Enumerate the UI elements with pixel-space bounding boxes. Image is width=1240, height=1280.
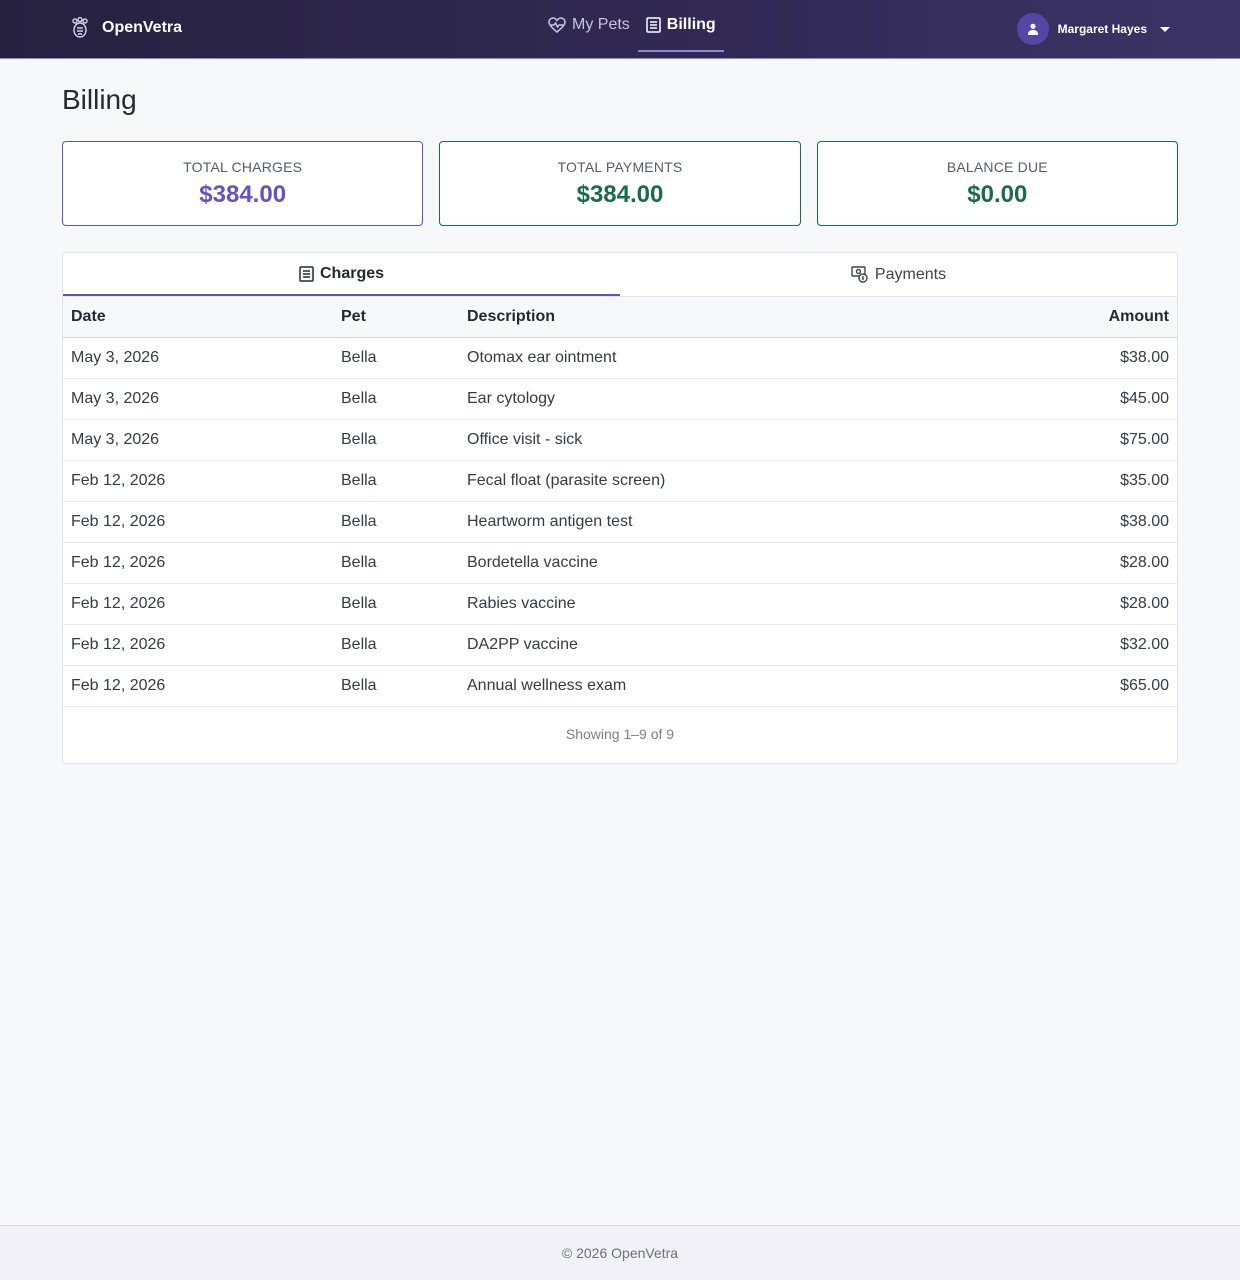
summary-cards: TOTAL CHARGES $384.00 TOTAL PAYMENTS $38… bbox=[62, 141, 1178, 226]
balance-due-card: BALANCE DUE $0.00 bbox=[816, 141, 1178, 226]
cell-date: May 3, 2026 bbox=[63, 337, 333, 379]
cell-pet: Bella bbox=[333, 665, 459, 707]
header-date[interactable]: Date bbox=[63, 297, 333, 338]
table-row: May 3, 2026 Bella Office visit - sick $7… bbox=[63, 419, 1177, 461]
top-navbar: OpenVetra My Pets Billing Margaret Hayes bbox=[0, 0, 1240, 59]
receipt-icon bbox=[646, 17, 661, 33]
total-payments-card: TOTAL PAYMENTS $384.00 bbox=[439, 141, 801, 226]
table-row: Feb 12, 2026 Bella Rabies vaccine $28.00 bbox=[63, 583, 1177, 625]
table-row: May 3, 2026 Bella Otomax ear ointment $3… bbox=[63, 337, 1177, 379]
paw-logo-icon bbox=[72, 17, 88, 38]
nav-my-pets-label: My Pets bbox=[572, 16, 630, 33]
cell-pet: Bella bbox=[333, 419, 459, 461]
cell-description: Annual wellness exam bbox=[459, 665, 989, 707]
cell-date: Feb 12, 2026 bbox=[63, 583, 333, 625]
cell-date: Feb 12, 2026 bbox=[63, 665, 333, 707]
billing-panel: Charges Payments Date Pet Description Am… bbox=[62, 252, 1178, 764]
tab-payments-label: Payments bbox=[874, 265, 947, 283]
cell-description: Office visit - sick bbox=[459, 419, 989, 461]
user-menu[interactable]: Margaret Hayes bbox=[1016, 13, 1170, 45]
balance-due-value: $0.00 bbox=[967, 180, 1028, 208]
cell-amount: $38.00 bbox=[988, 501, 1177, 543]
total-charges-card: TOTAL CHARGES $384.00 bbox=[62, 141, 424, 226]
total-payments-value: $384.00 bbox=[576, 180, 664, 208]
header-amount[interactable]: Amount bbox=[988, 297, 1177, 338]
cell-description: Otomax ear ointment bbox=[459, 337, 989, 379]
cell-date: Feb 12, 2026 bbox=[63, 542, 333, 584]
cell-description: Rabies vaccine bbox=[459, 583, 989, 625]
table-row: Feb 12, 2026 Bella Annual wellness exam … bbox=[63, 665, 1177, 707]
chevron-down-icon bbox=[1160, 26, 1170, 32]
total-payments-label: TOTAL PAYMENTS bbox=[557, 158, 683, 175]
cell-date: May 3, 2026 bbox=[63, 419, 333, 461]
cell-pet: Bella bbox=[333, 337, 459, 379]
table-row: May 3, 2026 Bella Ear cytology $45.00 bbox=[63, 378, 1177, 420]
total-charges-label: TOTAL CHARGES bbox=[183, 158, 303, 175]
cell-description: Fecal float (parasite screen) bbox=[459, 460, 989, 502]
page-title: Billing bbox=[62, 84, 137, 115]
avatar bbox=[1016, 13, 1049, 45]
table-header-row: Date Pet Description Amount bbox=[63, 297, 1177, 338]
cell-description: Bordetella vaccine bbox=[459, 542, 989, 584]
cell-pet: Bella bbox=[333, 583, 459, 625]
pagination-summary: Showing 1–9 of 9 bbox=[565, 726, 675, 742]
footer: © 2026 OpenVetra bbox=[0, 1225, 1240, 1280]
user-name: Margaret Hayes bbox=[1057, 22, 1147, 36]
cell-amount: $38.00 bbox=[988, 337, 1177, 379]
header-pet[interactable]: Pet bbox=[333, 297, 459, 338]
cell-pet: Bella bbox=[333, 542, 459, 584]
cell-amount: $32.00 bbox=[988, 624, 1177, 666]
tab-charges-label: Charges bbox=[319, 264, 385, 282]
total-charges-value: $384.00 bbox=[199, 180, 287, 208]
table-row: Feb 12, 2026 Bella Heartworm antigen tes… bbox=[63, 501, 1177, 543]
table-row: Feb 12, 2026 Bella Bordetella vaccine $2… bbox=[63, 542, 1177, 584]
billing-tabs: Charges Payments bbox=[63, 253, 1177, 297]
cell-amount: $75.00 bbox=[988, 419, 1177, 461]
receipt-icon bbox=[299, 265, 314, 282]
header-description[interactable]: Description bbox=[459, 297, 989, 338]
nav-billing-label: Billing bbox=[666, 16, 716, 33]
nav-billing[interactable]: Billing bbox=[637, 0, 724, 52]
cell-pet: Bella bbox=[333, 378, 459, 420]
cell-pet: Bella bbox=[333, 501, 459, 543]
table-row: Feb 12, 2026 Bella DA2PP vaccine $32.00 bbox=[63, 624, 1177, 666]
cell-amount: $35.00 bbox=[988, 460, 1177, 502]
cell-date: May 3, 2026 bbox=[63, 378, 333, 420]
user-icon bbox=[1027, 23, 1038, 35]
cell-amount: $28.00 bbox=[988, 542, 1177, 584]
cell-amount: $45.00 bbox=[988, 378, 1177, 420]
brand[interactable]: OpenVetra bbox=[70, 17, 182, 39]
brand-name: OpenVetra bbox=[102, 19, 183, 36]
cell-description: Ear cytology bbox=[459, 378, 989, 420]
heart-pulse-icon bbox=[548, 17, 566, 33]
cell-date: Feb 12, 2026 bbox=[63, 460, 333, 502]
cell-description: DA2PP vaccine bbox=[459, 624, 989, 666]
main-nav: My Pets Billing bbox=[540, 0, 724, 58]
cash-coin-icon bbox=[851, 266, 868, 283]
cell-date: Feb 12, 2026 bbox=[63, 624, 333, 666]
charges-table: Date Pet Description Amount May 3, 2026 … bbox=[63, 297, 1177, 707]
table-row: Feb 12, 2026 Bella Fecal float (parasite… bbox=[63, 460, 1177, 502]
footer-text: © 2026 OpenVetra bbox=[561, 1245, 679, 1261]
cell-pet: Bella bbox=[333, 460, 459, 502]
cell-pet: Bella bbox=[333, 624, 459, 666]
cell-date: Feb 12, 2026 bbox=[63, 501, 333, 543]
cell-amount: $65.00 bbox=[988, 665, 1177, 707]
tab-charges[interactable]: Charges bbox=[63, 253, 620, 296]
cell-amount: $28.00 bbox=[988, 583, 1177, 625]
balance-due-label: BALANCE DUE bbox=[946, 158, 1048, 175]
tab-payments[interactable]: Payments bbox=[620, 253, 1177, 296]
nav-my-pets[interactable]: My Pets bbox=[540, 0, 638, 50]
cell-description: Heartworm antigen test bbox=[459, 501, 989, 543]
